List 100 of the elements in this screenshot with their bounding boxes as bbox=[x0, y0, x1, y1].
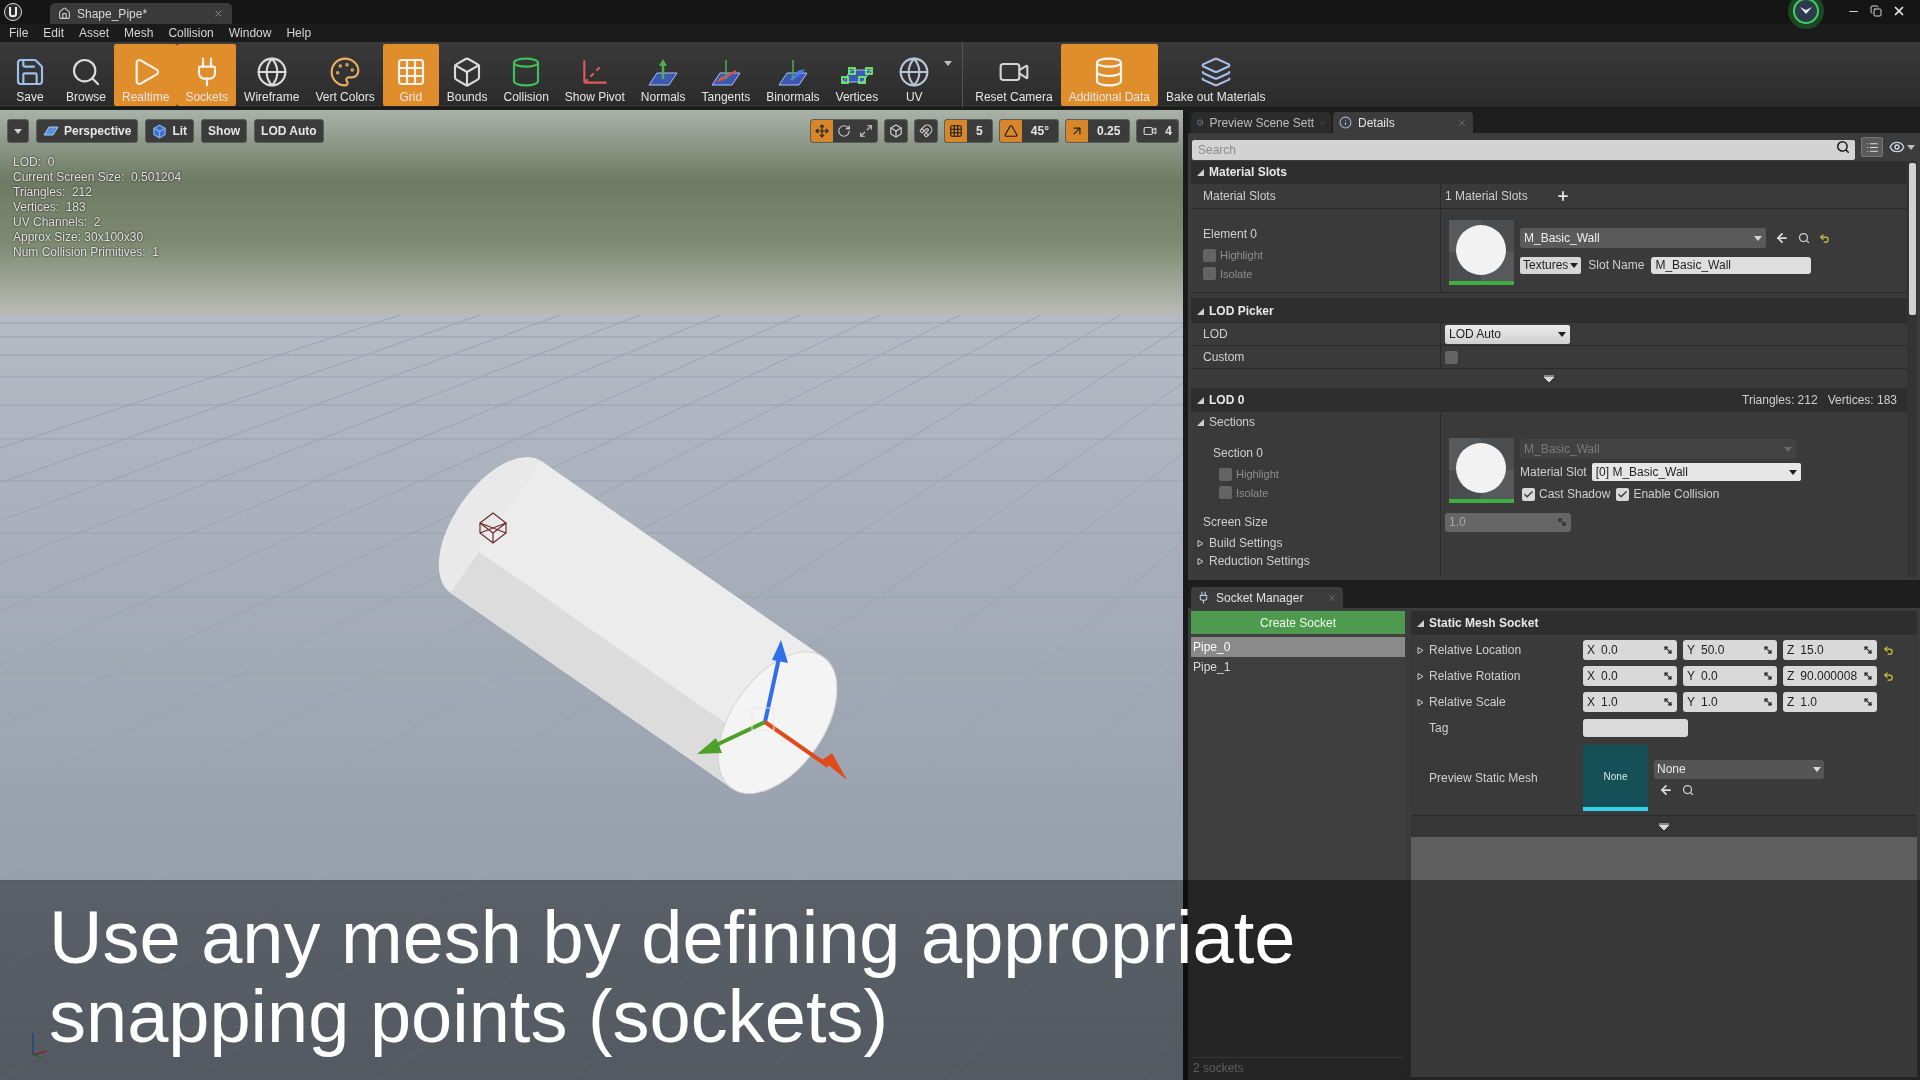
menu-item[interactable]: Edit bbox=[43, 24, 65, 42]
socket-list-item[interactable]: Pipe_1 bbox=[1191, 657, 1405, 677]
disclosure-triangle-icon[interactable] bbox=[1197, 307, 1204, 315]
material-dropdown[interactable]: M_Basic_Wall bbox=[1520, 228, 1766, 248]
checkbox-label: Cast Shadow bbox=[1539, 486, 1611, 503]
expand-arrow-icon[interactable] bbox=[1659, 823, 1669, 830]
toolbar-button[interactable]: Binormals bbox=[758, 43, 828, 106]
checkbox[interactable] bbox=[1203, 248, 1216, 262]
group-title[interactable]: Reduction Settings bbox=[1209, 552, 1310, 570]
move-icon bbox=[815, 124, 830, 138]
property-label[interactable]: Relative Location bbox=[1429, 641, 1522, 659]
toolbar-button[interactable]: Bake out Materials bbox=[1158, 43, 1274, 106]
toolbar-button[interactable]: Bounds bbox=[438, 43, 496, 106]
checkbox[interactable] bbox=[1219, 467, 1232, 481]
toolbar-button[interactable]: Collision bbox=[495, 43, 557, 106]
toolbar-button[interactable]: Normals bbox=[632, 43, 694, 106]
camera-speed-button[interactable]: 4 bbox=[1136, 119, 1179, 143]
number-field[interactable]: Y 0.0 bbox=[1683, 666, 1777, 686]
scale-icon bbox=[859, 124, 874, 138]
panel-tab[interactable]: Details bbox=[1333, 112, 1473, 133]
viewport-button[interactable]: Show bbox=[201, 119, 248, 143]
menu-item[interactable]: Mesh bbox=[124, 24, 154, 42]
video-camera-icon bbox=[1143, 124, 1158, 138]
reset-icon[interactable] bbox=[1883, 644, 1894, 656]
number-field[interactable]: Z 15.0 bbox=[1783, 640, 1877, 660]
disclosure-triangle-icon[interactable] bbox=[1197, 539, 1204, 547]
close-icon[interactable] bbox=[1892, 4, 1906, 18]
toolbar-button[interactable]: Vert Colors bbox=[307, 43, 383, 106]
options-dropdown-button[interactable] bbox=[7, 119, 29, 143]
menu-item[interactable]: Collision bbox=[168, 24, 214, 42]
number-field[interactable]: Z 1.0 bbox=[1783, 692, 1877, 712]
reset-icon[interactable] bbox=[1883, 670, 1894, 682]
menu-item[interactable]: Help bbox=[286, 24, 312, 42]
number-field[interactable]: Y 50.0 bbox=[1683, 640, 1777, 660]
checkbox[interactable] bbox=[1219, 486, 1232, 500]
search-field[interactable]: Search bbox=[1192, 140, 1855, 160]
restore-icon[interactable] bbox=[1870, 5, 1882, 17]
property-label[interactable]: Relative Rotation bbox=[1429, 667, 1521, 685]
drag-handle-icon bbox=[1557, 517, 1567, 527]
checkbox[interactable] bbox=[1616, 487, 1630, 501]
number-field[interactable]: X 1.0 bbox=[1583, 692, 1677, 712]
sphere-thumbnail[interactable] bbox=[1449, 438, 1514, 503]
slot-name-field[interactable]: M_Basic_Wall bbox=[1651, 256, 1812, 274]
mesh-thumbnail[interactable]: None bbox=[1583, 745, 1648, 811]
checkbox[interactable] bbox=[1522, 487, 1535, 501]
tag-field[interactable] bbox=[1583, 719, 1688, 737]
section-title: LOD Picker bbox=[1209, 303, 1274, 320]
mesh-dropdown[interactable]: None bbox=[1654, 759, 1824, 779]
menu-item[interactable]: Asset bbox=[79, 24, 110, 42]
textures-dropdown[interactable]: Textures bbox=[1520, 256, 1582, 274]
disclosure-triangle-icon[interactable] bbox=[1417, 698, 1424, 706]
property-label[interactable]: Relative Scale bbox=[1429, 693, 1506, 711]
toolbar-button[interactable]: Show Pivot bbox=[556, 43, 633, 106]
snap-toggle-button[interactable] bbox=[999, 120, 1022, 142]
reset-icon[interactable] bbox=[1819, 232, 1830, 244]
menu-item[interactable]: File bbox=[9, 24, 29, 42]
material-slot-dropdown[interactable]: [0] M_Basic_Wall bbox=[1591, 463, 1801, 481]
number-field[interactable]: Y 1.0 bbox=[1683, 692, 1777, 712]
toolbar-button[interactable]: Tangents bbox=[693, 43, 759, 106]
disclosure-triangle-icon[interactable] bbox=[1197, 396, 1204, 404]
viewport-button[interactable]: Lit bbox=[145, 119, 195, 143]
viewport-button[interactable]: Perspective bbox=[36, 119, 139, 143]
property-label: Material Slots bbox=[1203, 188, 1276, 205]
toolbar-button[interactable]: Vertices bbox=[827, 43, 887, 106]
transform-mode-button[interactable] bbox=[811, 120, 834, 142]
disclosure-triangle-icon[interactable] bbox=[1417, 619, 1424, 627]
group-title[interactable]: Build Settings bbox=[1209, 534, 1283, 552]
toolbar-button[interactable]: Reset Camera bbox=[967, 43, 1061, 106]
coordinate-space-button[interactable] bbox=[884, 119, 909, 143]
toolbar-button[interactable]: Browse bbox=[58, 43, 114, 106]
add-icon[interactable] bbox=[1555, 189, 1570, 203]
toolbar-button[interactable]: Save bbox=[2, 43, 58, 106]
toolbar-button[interactable]: UV bbox=[886, 43, 943, 106]
search-icon[interactable] bbox=[1682, 783, 1694, 796]
number-field[interactable]: X 0.0 bbox=[1583, 666, 1677, 686]
checkmark-icon bbox=[1523, 488, 1534, 500]
disclosure-triangle-icon[interactable] bbox=[1417, 646, 1424, 654]
lod-dropdown[interactable]: LOD Auto bbox=[1445, 324, 1570, 344]
number-field[interactable]: X 0.0 bbox=[1583, 640, 1677, 660]
document-tab[interactable]: Shape_Pipe* bbox=[50, 3, 232, 24]
viewport-button[interactable]: LOD Auto bbox=[254, 119, 324, 143]
disclosure-triangle-icon[interactable] bbox=[1197, 418, 1204, 426]
group-title[interactable]: Sections bbox=[1209, 413, 1256, 431]
sphere-thumbnail[interactable] bbox=[1449, 220, 1514, 285]
search-icon[interactable] bbox=[1798, 232, 1810, 244]
panel-tab[interactable]: Socket Manager bbox=[1191, 587, 1343, 608]
disclosure-triangle-icon[interactable] bbox=[1197, 168, 1204, 176]
disclosure-triangle-icon[interactable] bbox=[1197, 557, 1204, 565]
list-view-button[interactable] bbox=[1861, 137, 1883, 157]
expand-arrow-icon[interactable] bbox=[1544, 375, 1554, 382]
checkbox[interactable] bbox=[1203, 267, 1216, 281]
panel-tab[interactable]: Preview Scene Sett bbox=[1191, 112, 1331, 133]
scrollbar-thumb[interactable] bbox=[1908, 163, 1916, 315]
snap-toggle-button[interactable] bbox=[1065, 120, 1088, 142]
checkbox[interactable] bbox=[1445, 350, 1458, 364]
disclosure-triangle-icon[interactable] bbox=[1417, 672, 1424, 680]
number-field[interactable]: Z 90.000008 bbox=[1783, 666, 1877, 686]
snap-toggle-button[interactable] bbox=[945, 120, 968, 142]
toolbar-button[interactable]: Wireframe bbox=[236, 43, 308, 106]
menu-item[interactable]: Window bbox=[228, 24, 272, 42]
